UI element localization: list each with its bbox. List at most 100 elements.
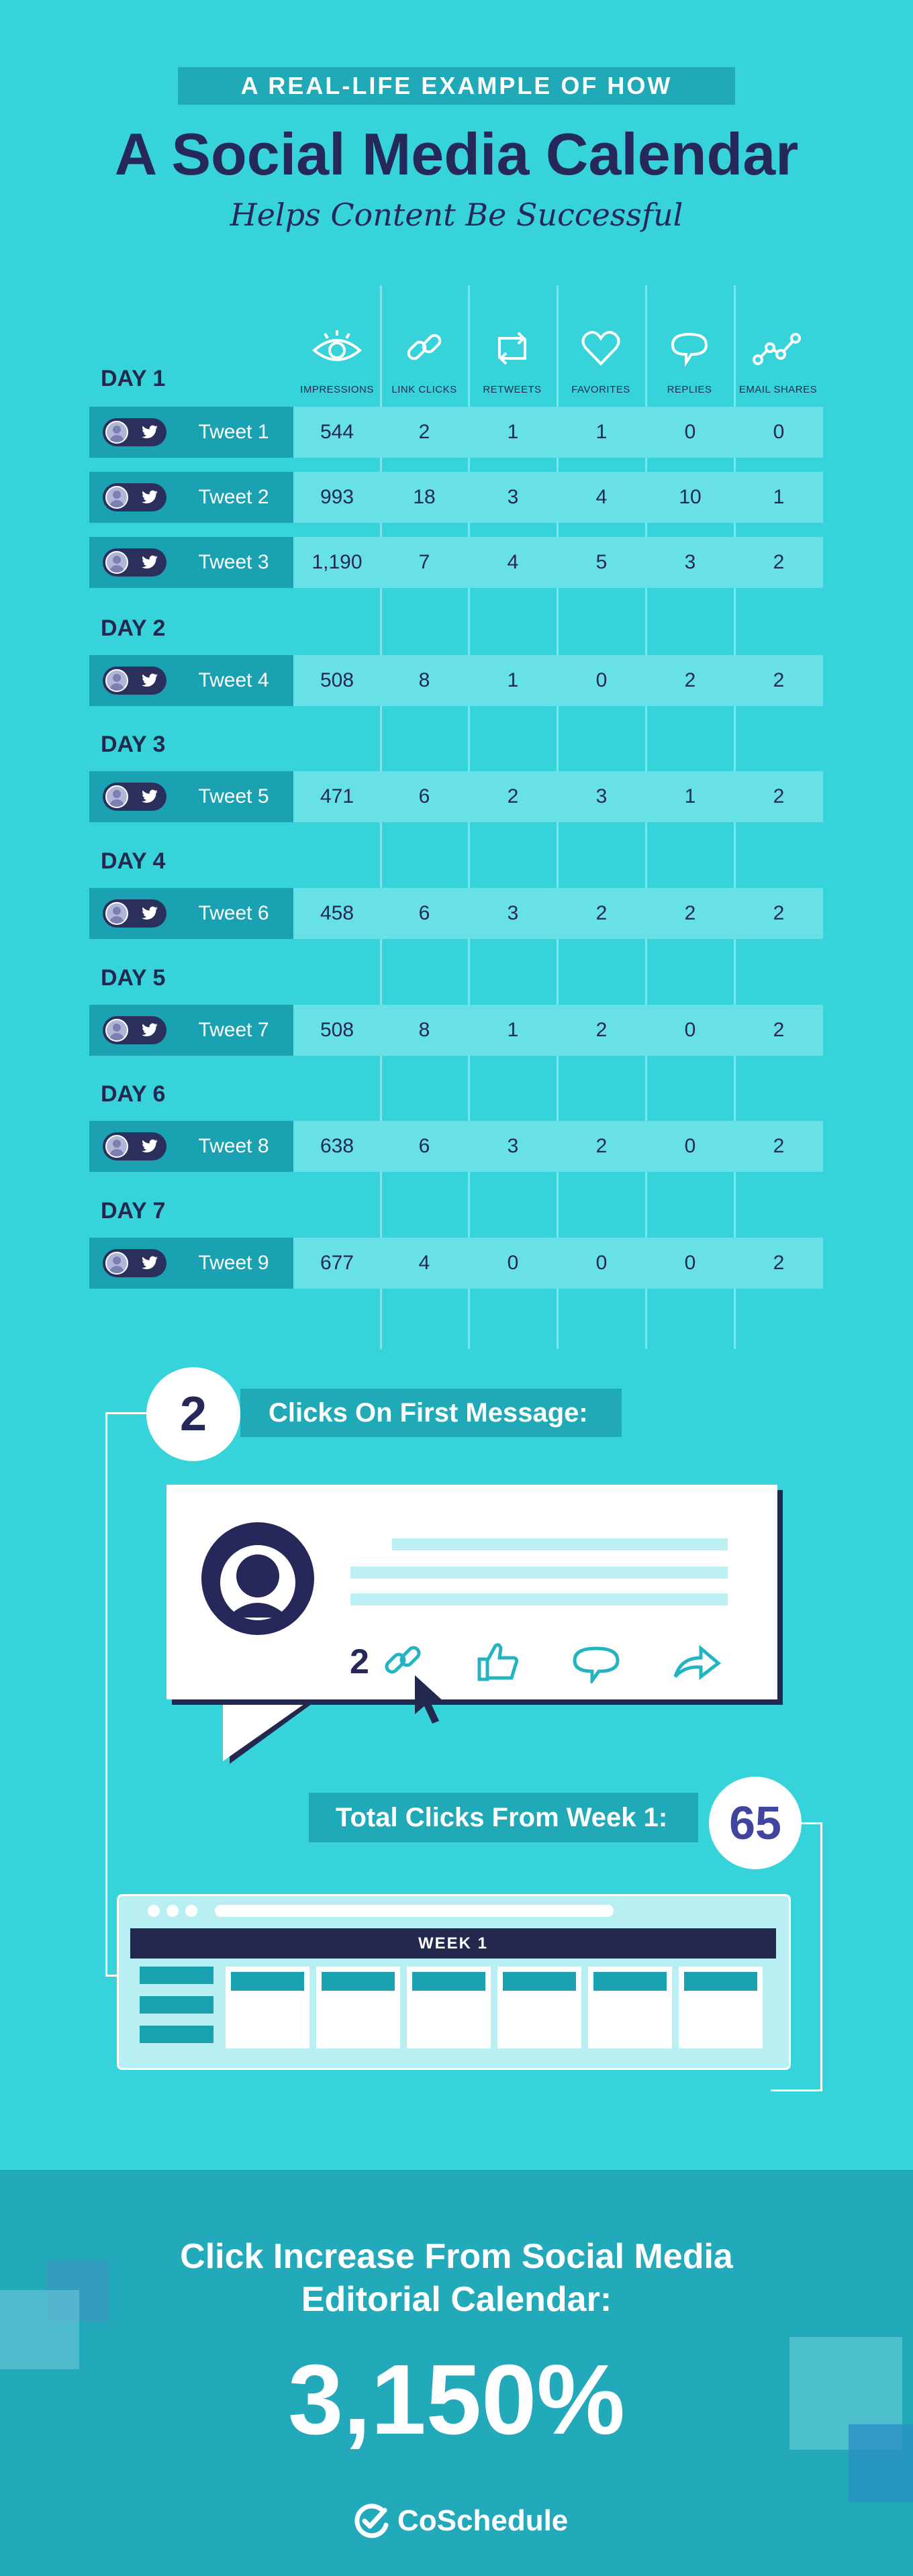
card-click-count: 2	[350, 1642, 369, 1681]
twitter-icon	[142, 490, 158, 503]
avatar	[105, 1135, 128, 1158]
calendar-sidebar-item	[140, 1967, 213, 1984]
link-icon	[407, 334, 442, 360]
heart-icon	[581, 331, 620, 366]
replies-value: 0	[684, 421, 696, 443]
column-label: IMPRESSIONS	[300, 384, 374, 395]
day-label: DAY 6	[101, 1081, 166, 1107]
table-row: Tweet 9 677 4 0 0 0 2	[89, 1238, 823, 1289]
header-banner: A REAL-LIFE EXAMPLE OF HOW	[178, 67, 735, 105]
email-shares-value: 2	[773, 551, 785, 573]
calendar-day-column	[226, 1967, 309, 2048]
email-shares-value: 2	[773, 785, 785, 807]
impressions-value: 677	[320, 1252, 354, 1274]
tweet-name: Tweet 4	[198, 669, 269, 691]
impressions-value: 471	[320, 785, 354, 807]
connector-line	[802, 1822, 822, 1824]
retweets-value: 1	[507, 669, 519, 691]
email-shares-value: 2	[773, 1135, 785, 1157]
retweets-value: 1	[507, 1019, 519, 1041]
avatar-icon	[201, 1522, 314, 1635]
tweet-name: Tweet 7	[198, 1019, 269, 1041]
replies-value: 0	[684, 1252, 696, 1274]
avatar	[105, 1019, 128, 1042]
table-row: Tweet 3 1,190 7 4 5 3 2	[89, 537, 823, 588]
link-clicks-value: 4	[418, 1252, 430, 1274]
calendar-day-column	[497, 1967, 581, 2048]
favorites-value: 0	[595, 1252, 608, 1274]
account-toggle	[103, 899, 166, 928]
twitter-icon	[142, 1139, 158, 1152]
retweets-value: 3	[507, 1135, 519, 1157]
twitter-icon	[142, 1256, 158, 1269]
window-dot	[148, 1905, 160, 1917]
replies-value: 1	[684, 785, 696, 807]
column-label: REPLIES	[667, 384, 712, 395]
impressions-value: 508	[320, 1019, 354, 1041]
day-label: DAY 2	[101, 615, 166, 641]
eye-icon	[311, 330, 363, 361]
tweet-tag: Tweet 8	[89, 1121, 293, 1172]
address-bar	[215, 1905, 614, 1917]
account-toggle	[103, 1132, 166, 1160]
avatar	[105, 1252, 128, 1275]
link-clicks-value: 8	[418, 669, 430, 691]
impressions-value: 544	[320, 421, 354, 443]
reply-bubble-icon[interactable]	[571, 1643, 622, 1683]
link-clicks-value: 8	[418, 1019, 430, 1041]
column-header-link-clicks: LINK CLICKS	[381, 325, 468, 395]
text-placeholder-line	[392, 1538, 728, 1550]
page-title: A Social Media Calendar	[114, 121, 799, 187]
tweet-tag: Tweet 3	[89, 537, 293, 588]
window-dot	[166, 1905, 179, 1917]
page-subtitle: Helps Content Be Successful	[230, 197, 683, 233]
day-label: DAY 7	[101, 1198, 166, 1224]
day-label: DAY 4	[101, 848, 166, 874]
tweet-tag: Tweet 1	[89, 407, 293, 458]
connector-line	[105, 1412, 107, 1976]
twitter-icon	[142, 906, 158, 920]
favorites-value: 2	[595, 902, 608, 924]
connector-line	[820, 1822, 822, 2091]
favorites-value: 1	[595, 421, 608, 443]
column-header-impressions: IMPRESSIONS	[293, 325, 381, 395]
link-clicks-value: 18	[413, 486, 436, 508]
tweet-name: Tweet 6	[198, 902, 269, 924]
footer-headline: Click Increase From Social Media	[180, 2237, 733, 2276]
column-header-email-shares: EMAIL SHARES	[734, 325, 822, 395]
tweet-name: Tweet 9	[198, 1252, 269, 1274]
column-header-retweets: RETWEETS	[469, 325, 556, 395]
table-row: Tweet 8 638 6 3 2 0 2	[89, 1121, 823, 1172]
impressions-value: 508	[320, 669, 354, 691]
email-shares-value: 2	[773, 1019, 785, 1041]
account-toggle	[103, 483, 166, 511]
replies-value: 10	[679, 486, 702, 508]
avatar	[105, 551, 128, 574]
tweet-name: Tweet 2	[198, 486, 269, 508]
brand-name: CoSchedule	[397, 2504, 569, 2537]
account-toggle	[103, 666, 166, 695]
retweets-value: 1	[507, 421, 519, 443]
avatar	[105, 421, 128, 444]
share-arrow-icon[interactable]	[671, 1643, 722, 1683]
favorites-value: 2	[595, 1135, 608, 1157]
impressions-value: 1,190	[311, 551, 363, 573]
account-toggle	[103, 1016, 166, 1044]
tweet-tag: Tweet 7	[89, 1005, 293, 1056]
coschedule-logo-icon	[354, 2504, 389, 2538]
table-row: Tweet 4 508 8 1 0 2 2	[89, 655, 823, 706]
retweets-value: 2	[507, 785, 519, 807]
thumbs-up-icon[interactable]	[475, 1640, 522, 1683]
column-header-favorites: FAVORITES	[557, 325, 644, 395]
column-label: RETWEETS	[483, 384, 542, 395]
retweets-value: 4	[507, 551, 519, 573]
retweets-value: 3	[507, 902, 519, 924]
impressions-value: 993	[320, 486, 354, 508]
first-message-label: Clicks On First Message:	[240, 1389, 622, 1437]
email-shares-value: 2	[773, 1252, 785, 1274]
week-header: WEEK 1	[130, 1928, 776, 1959]
column-header-replies: REPLIES	[646, 325, 733, 395]
connector-line	[105, 1412, 147, 1414]
footer-headline: Editorial Calendar:	[301, 2280, 612, 2319]
impressions-value: 458	[320, 902, 354, 924]
